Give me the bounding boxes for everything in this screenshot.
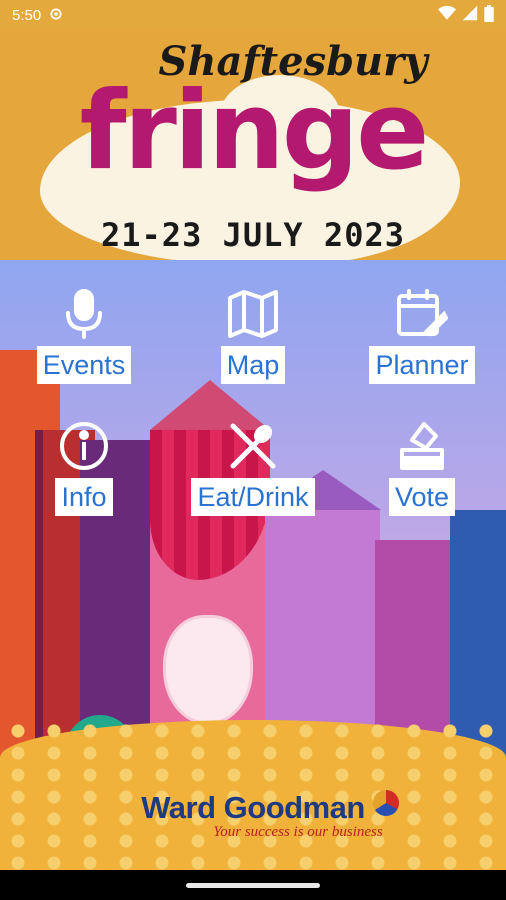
planner-label: Planner xyxy=(369,346,475,384)
info-icon xyxy=(58,420,110,472)
calendar-edit-icon xyxy=(396,288,448,340)
building-illustration xyxy=(265,510,380,750)
map-icon xyxy=(227,288,279,340)
banner-dates: 21-23 JULY 2023 xyxy=(101,216,405,254)
eat-drink-label: Eat/Drink xyxy=(191,478,315,516)
sponsor-block[interactable]: Ward Goodman Your success is our busines… xyxy=(0,790,506,841)
vote-label: Vote xyxy=(388,478,456,516)
gear-icon xyxy=(49,7,63,24)
ballot-box-icon xyxy=(396,420,448,472)
status-bar: 5:50 xyxy=(0,0,506,30)
sponsor-logo-icon xyxy=(373,790,399,816)
system-nav-bar xyxy=(0,870,506,900)
theatre-mask-icon xyxy=(163,615,253,725)
microphone-icon xyxy=(58,288,110,340)
menu-item-planner[interactable]: Planner xyxy=(347,288,497,384)
festival-banner: Shaftesbury fringe 21-23 JULY 2023 xyxy=(0,30,506,260)
status-time: 5:50 xyxy=(12,6,42,24)
events-label: Events xyxy=(36,346,132,384)
home-gesture-handle[interactable] xyxy=(186,882,320,888)
wifi-icon xyxy=(438,5,456,25)
menu-item-info[interactable]: Info xyxy=(9,420,159,516)
menu-item-events[interactable]: Events xyxy=(9,288,159,384)
menu-item-vote[interactable]: Vote xyxy=(347,420,497,516)
signal-icon xyxy=(462,5,478,25)
menu-item-eat-drink[interactable]: Eat/Drink xyxy=(178,420,328,516)
fork-spoon-icon xyxy=(227,420,279,472)
menu-item-map[interactable]: Map xyxy=(178,288,328,384)
banner-title-main: fringe xyxy=(79,69,430,194)
sponsor-name: Ward Goodman xyxy=(141,790,365,825)
map-label: Map xyxy=(220,346,286,384)
battery-icon xyxy=(484,4,494,26)
info-label: Info xyxy=(55,478,113,516)
sponsor-tagline: Your success is our business xyxy=(213,824,383,840)
